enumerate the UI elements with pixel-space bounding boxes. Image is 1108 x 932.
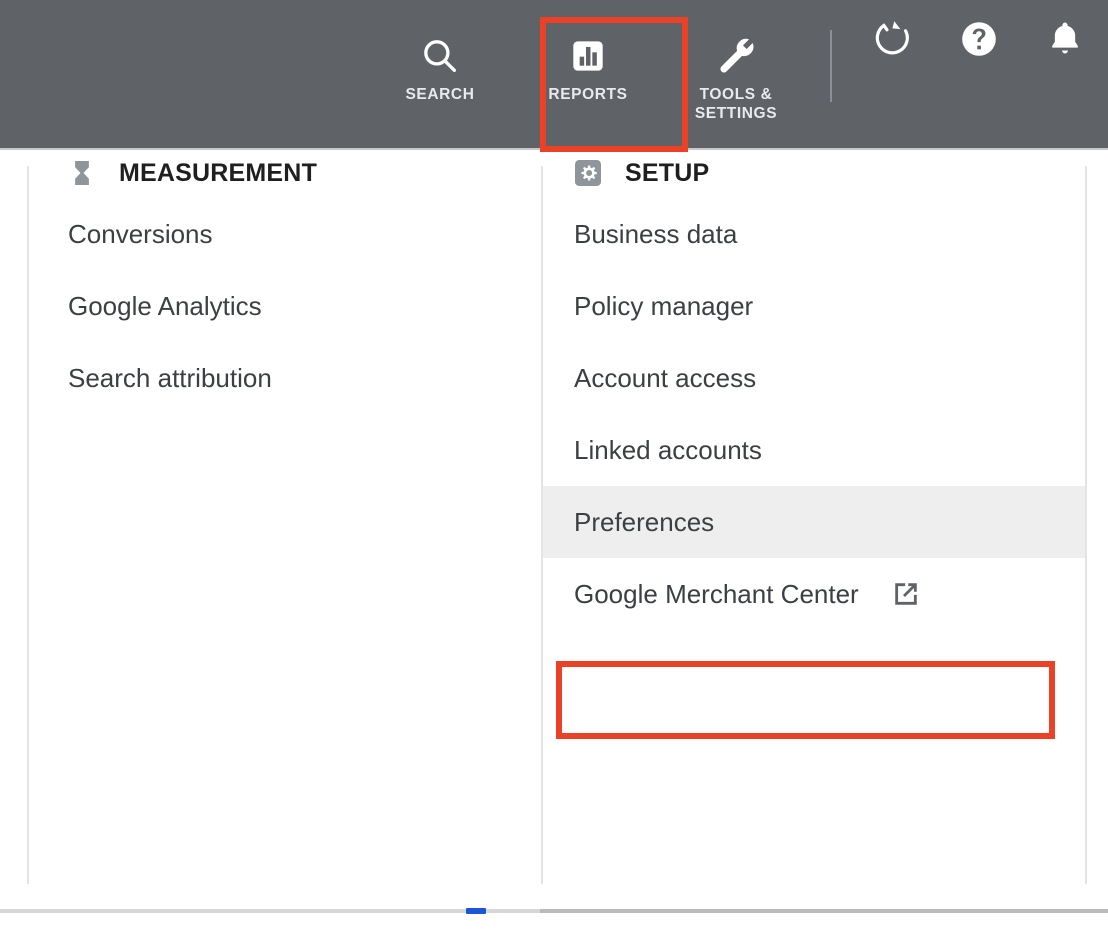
menu-item-google-merchant-center[interactable]: Google Merchant Center bbox=[543, 558, 1085, 630]
nav-item-search[interactable]: Search bbox=[366, 0, 514, 148]
nav-item-search-label: Search bbox=[405, 86, 475, 103]
menu-item-label: Google Merchant Center bbox=[574, 578, 859, 609]
help-button[interactable] bbox=[936, 0, 1022, 110]
menu-item-search-attribution[interactable]: Search attribution bbox=[28, 342, 541, 414]
menu-item-label: Business data bbox=[574, 218, 738, 249]
help-circle-icon bbox=[958, 18, 1000, 65]
menu-item-linked-accounts[interactable]: Linked accounts bbox=[543, 414, 1085, 486]
menu-item-label: Linked accounts bbox=[574, 434, 762, 465]
wrench-icon bbox=[714, 34, 758, 78]
bottom-position-marker bbox=[466, 908, 486, 914]
tools-settings-dropdown-panel: MEASUREMENT Conversions Google Analytics… bbox=[0, 148, 1108, 900]
menu-item-preferences[interactable]: Preferences bbox=[543, 486, 1085, 558]
panel-column-measurement: MEASUREMENT Conversions Google Analytics… bbox=[28, 148, 541, 414]
section-header-setup: SETUP bbox=[543, 148, 1085, 198]
refresh-icon bbox=[873, 19, 913, 64]
notifications-button[interactable] bbox=[1022, 0, 1108, 110]
toolbar-divider bbox=[830, 30, 832, 102]
bar-chart-icon bbox=[568, 34, 608, 78]
menu-item-policy-manager[interactable]: Policy manager bbox=[543, 270, 1085, 342]
menu-item-label: Google Analytics bbox=[68, 290, 262, 321]
nav-item-tools-settings[interactable]: TOOLS & SETTINGS bbox=[662, 0, 810, 148]
gear-icon bbox=[573, 158, 603, 188]
menu-item-label: Account access bbox=[574, 362, 757, 393]
nav-item-tools-settings-label: TOOLS & SETTINGS bbox=[694, 86, 778, 122]
nav-item-reports[interactable]: Reports bbox=[514, 0, 662, 148]
menu-item-account-access[interactable]: Account access bbox=[543, 342, 1085, 414]
menu-item-label: Search attribution bbox=[68, 362, 272, 393]
menu-item-label: Policy manager bbox=[574, 290, 754, 321]
nav-item-reports-label: Reports bbox=[548, 86, 628, 103]
menu-item-label: Conversions bbox=[68, 218, 213, 249]
section-header-setup-title: SETUP bbox=[625, 158, 710, 187]
section-header-measurement-title: MEASUREMENT bbox=[119, 158, 318, 187]
menu-item-conversions[interactable]: Conversions bbox=[28, 198, 541, 270]
bell-icon bbox=[1044, 18, 1086, 65]
menu-item-google-analytics[interactable]: Google Analytics bbox=[28, 270, 541, 342]
panel-right-rule bbox=[1085, 166, 1087, 884]
top-app-bar: Search Reports TOOLS & SETTINGS bbox=[0, 0, 1108, 148]
external-link-icon bbox=[889, 577, 923, 611]
hourglass-icon bbox=[67, 158, 97, 188]
panel-column-setup: SETUP Business data Policy manager Accou… bbox=[543, 148, 1085, 630]
top-app-bar-actions: Search Reports TOOLS & SETTINGS bbox=[366, 0, 1108, 148]
bottom-rule-right bbox=[540, 909, 1108, 913]
bottom-rule-left bbox=[0, 909, 540, 913]
section-header-measurement: MEASUREMENT bbox=[28, 148, 541, 198]
menu-item-label: Preferences bbox=[574, 506, 715, 537]
search-icon bbox=[419, 34, 461, 78]
bottom-scroll-strip bbox=[0, 908, 1108, 914]
refresh-button[interactable] bbox=[850, 0, 936, 110]
menu-item-business-data[interactable]: Business data bbox=[543, 198, 1085, 270]
